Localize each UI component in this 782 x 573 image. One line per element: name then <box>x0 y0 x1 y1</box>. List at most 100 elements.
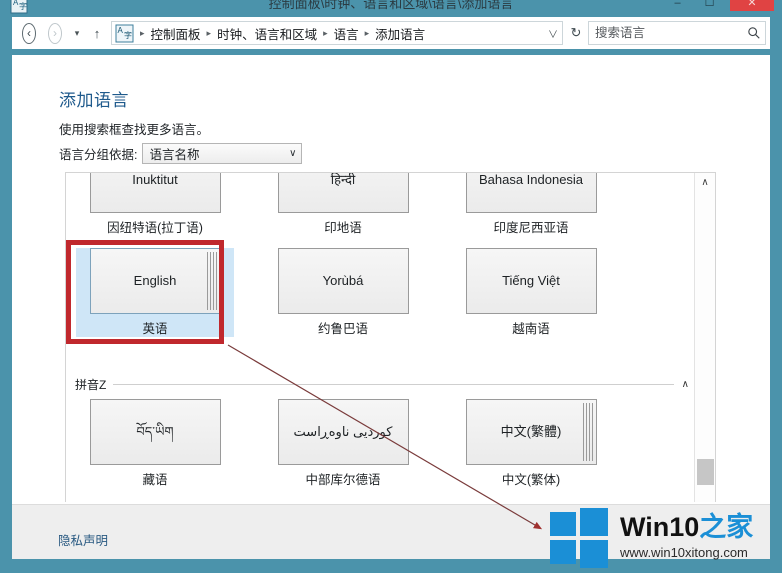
language-display-name: 印度尼西亚语 <box>493 221 569 235</box>
language-cell[interactable]: Inuktitut 因纽特语(拉丁语) <box>76 173 234 236</box>
language-icon: A 字 <box>115 24 134 43</box>
back-arrow-icon: ‹ <box>22 22 36 44</box>
language-native-name: हिन्दी <box>330 173 356 187</box>
language-native-name: Tiếng Việt <box>502 272 560 288</box>
language-tile[interactable]: کوردیی ناوەڕاست <box>277 399 409 465</box>
maximize-button[interactable]: ☐ <box>695 0 724 11</box>
watermark-url: www.win10xitong.com <box>620 545 748 560</box>
breadcrumb: ▸ 控制面板 ▸ 时钟、语言和区域 ▸ 语言 ▸ 添加语言 <box>136 24 544 43</box>
group-by-selected-value: 语言名称 <box>149 148 200 162</box>
scrollbar-thumb[interactable] <box>697 459 714 485</box>
language-cell-english[interactable]: English 英语 <box>76 248 234 337</box>
windows-logo-icon <box>548 508 610 568</box>
window-frame: A 字 控制面板\时钟、语言和区域\语言\添加语言 – ☐ ✕ ‹ › ▾ ↑ <box>0 0 782 573</box>
language-tile[interactable]: हिन्दी <box>277 173 409 213</box>
breadcrumb-item-add-language[interactable]: 添加语言 <box>373 24 427 43</box>
forward-button[interactable]: › <box>42 20 68 46</box>
group-by-select[interactable]: 语言名称 ∨ <box>142 143 303 164</box>
back-button[interactable]: ‹ <box>16 20 42 46</box>
up-one-level-button[interactable]: ↑ <box>86 20 108 46</box>
breadcrumb-separator: ▸ <box>323 27 328 38</box>
breadcrumb-bar[interactable]: A 字 ▸ 控制面板 ▸ 时钟、语言和区域 ▸ 语言 ▸ 添加语言 ∨ <box>111 21 563 45</box>
breadcrumb-item-clock-language-region[interactable]: 时钟、语言和区域 <box>215 24 319 43</box>
language-tile[interactable]: བོད་ཡིག <box>89 399 221 465</box>
group-header-divider <box>113 383 674 385</box>
chevron-down-icon[interactable]: ∨ <box>544 22 562 44</box>
breadcrumb-separator: ▸ <box>140 27 145 38</box>
scroll-up-icon[interactable]: ∧ <box>695 173 715 191</box>
language-tile[interactable]: Yorùbá <box>277 248 409 314</box>
breadcrumb-separator: ▸ <box>364 27 370 38</box>
group-header: 拼音Z ∧ <box>66 373 694 395</box>
address-bar: ‹ › ▾ ↑ A 字 ▸ 控制面板 ▸ 时钟、语言和区域 ▸ 语言 ▸ 添加语… <box>12 17 770 49</box>
language-cell[interactable]: کوردیی ناوەڕاست 中部库尔德语 <box>264 399 422 488</box>
language-group: Inuktitut 因纽特语(拉丁语) हिन्दी 印地语 Bahasa In… <box>66 173 694 337</box>
language-display-name: 中文(繁体) <box>501 473 561 487</box>
forward-arrow-icon: › <box>48 22 62 44</box>
language-display-name: 中部库尔德语 <box>305 473 381 487</box>
maximize-icon: ☐ <box>704 0 715 9</box>
language-native-name: 中文(繁體) <box>500 423 562 439</box>
language-native-name: کوردیی ناوەڕاست <box>293 423 393 439</box>
language-native-name: Bahasa Indonesia <box>478 173 584 187</box>
language-cell[interactable]: 中文(繁體) 中文(繁体) <box>452 399 610 488</box>
language-list-panel: Inuktitut 因纽特语(拉丁语) हिन्दी 印地语 Bahasa In… <box>65 172 716 502</box>
language-cell[interactable]: Bahasa Indonesia 印度尼西亚语 <box>452 173 610 236</box>
language-cell[interactable]: Yorùbá 约鲁巴语 <box>264 248 422 337</box>
watermark-title-cn: 之家 <box>699 512 754 542</box>
language-group-pinyin-z: 拼音Z ∧ བོད་ཡིག 藏语 کوردیی ناوەڕاست 中部库尔德语 … <box>66 373 694 488</box>
refresh-icon[interactable]: ↻ <box>564 21 588 45</box>
chevron-down-icon: ∨ <box>289 148 297 159</box>
recent-locations-button[interactable]: ▾ <box>68 20 86 46</box>
breadcrumb-separator: ▸ <box>206 27 212 38</box>
svg-text:A: A <box>118 26 124 35</box>
page-subtitle: 使用搜索框查找更多语言。 <box>59 123 210 137</box>
search-input[interactable] <box>589 25 743 41</box>
breadcrumb-item-language[interactable]: 语言 <box>332 24 361 43</box>
language-native-name: English <box>133 272 177 288</box>
title-bar: A 字 控制面板\时钟、语言和区域\语言\添加语言 – ☐ ✕ <box>0 0 782 14</box>
minimize-icon: – <box>674 0 681 9</box>
breadcrumb-item-control-panel[interactable]: 控制面板 <box>149 24 203 43</box>
watermark-text: Win10之家 www.win10xitong.com <box>620 514 778 561</box>
language-display-name: 英语 <box>142 322 168 336</box>
close-button[interactable]: ✕ <box>730 0 774 11</box>
vertical-scrollbar[interactable]: ∧ <box>694 173 715 502</box>
close-icon: ✕ <box>747 0 757 9</box>
watermark-title: Win10之家 <box>620 514 778 541</box>
chevron-up-icon[interactable]: ∧ <box>674 379 694 390</box>
language-native-name: Yorùbá <box>322 272 364 288</box>
language-row: བོད་ཡིག 藏语 کوردیی ناوەڕاست 中部库尔德语 中文(繁體)… <box>66 399 694 488</box>
content-area: 添加语言 使用搜索框查找更多语言。 语言分组依据: 语言名称 ∨ Inuktit… <box>12 55 770 504</box>
watermark-title-en: Win10 <box>620 512 700 542</box>
group-by-row: 语言分组依据: 语言名称 ∨ <box>59 143 303 164</box>
language-native-name: བོད་ཡིག <box>136 423 174 439</box>
language-tile[interactable]: Bahasa Indonesia <box>465 173 597 213</box>
language-tile[interactable]: English <box>89 248 221 314</box>
language-cell[interactable]: हिन्दी 印地语 <box>264 173 422 236</box>
language-display-name: 越南语 <box>512 322 550 336</box>
language-tile[interactable]: Tiếng Việt <box>465 248 597 314</box>
language-tile[interactable]: 中文(繁體) <box>465 399 597 465</box>
language-row: Inuktitut 因纽特语(拉丁语) हिन्दी 印地语 Bahasa In… <box>66 173 694 236</box>
language-display-name: 印地语 <box>324 221 362 235</box>
privacy-statement-link[interactable]: 隐私声明 <box>58 530 108 549</box>
magnifier-icon[interactable] <box>743 22 765 44</box>
language-display-name: 藏语 <box>142 473 168 487</box>
scrollbar-track[interactable] <box>695 191 715 502</box>
language-tile[interactable]: Inuktitut <box>89 173 221 213</box>
language-display-name: 因纽特语(拉丁语) <box>107 221 203 235</box>
search-box[interactable] <box>588 21 766 45</box>
group-by-label: 语言分组依据: <box>59 148 138 162</box>
language-cell[interactable]: བོད་ཡིག 藏语 <box>76 399 234 488</box>
language-cell[interactable]: Tiếng Việt 越南语 <box>452 248 610 337</box>
minimize-button[interactable]: – <box>663 0 692 11</box>
language-row: English 英语 Yorùbá 约鲁巴语 Tiếng Việt 越南语 <box>66 248 694 337</box>
svg-text:字: 字 <box>124 30 132 40</box>
language-display-name: 约鲁巴语 <box>317 322 368 336</box>
group-header-label: 拼音Z <box>75 375 114 393</box>
watermark: Win10之家 www.win10xitong.com <box>548 505 778 569</box>
page-title: 添加语言 <box>59 91 129 110</box>
language-native-name: Inuktitut <box>132 173 178 187</box>
language-scroll-area: Inuktitut 因纽特语(拉丁语) हिन्दी 印地语 Bahasa In… <box>66 173 694 502</box>
